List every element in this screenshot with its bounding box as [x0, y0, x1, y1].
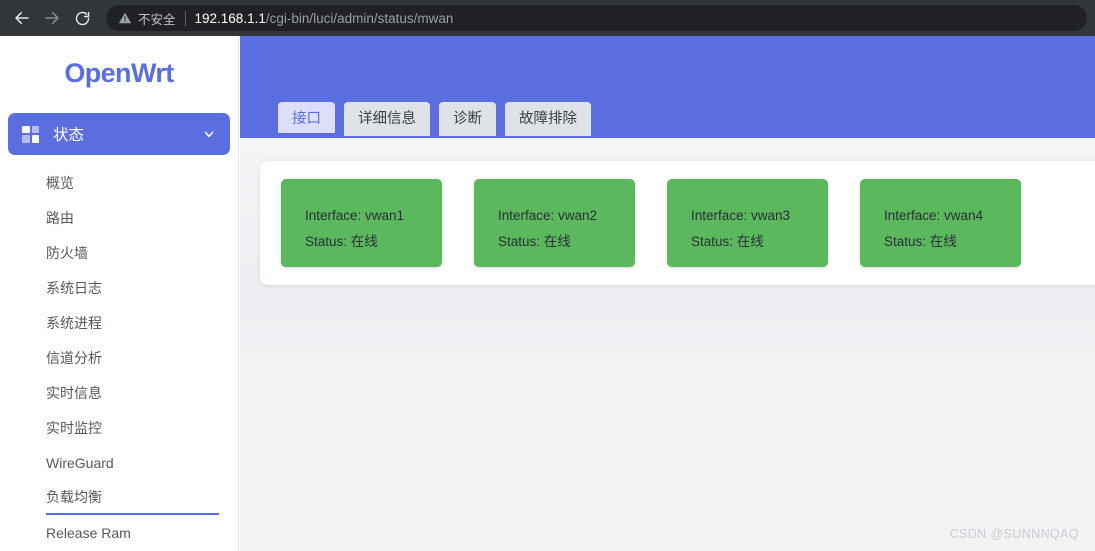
sidebar-item-realtime-info[interactable]: 实时信息: [0, 375, 238, 410]
interface-name-label: Interface: vwan3: [691, 208, 791, 223]
back-arrow-icon: [13, 9, 31, 27]
omnibox-divider: [184, 10, 186, 26]
tab-detail[interactable]: 详细信息: [344, 102, 430, 137]
chevron-down-icon[interactable]: [202, 127, 216, 141]
tab-bar: 接口 详细信息 诊断 故障排除: [278, 102, 591, 137]
sidebar: OpenWrt 状态 概览 路由 防火墙 系统日志 系统进程 信道分析 实时信息…: [0, 36, 239, 551]
interface-status-label: Status: 在线: [498, 233, 571, 249]
forward-arrow-icon: [43, 9, 61, 27]
watermark-text: CSDN @SUNNNQAQ: [949, 527, 1079, 541]
tab-interfaces[interactable]: 接口: [278, 102, 335, 137]
interface-status-card[interactable]: Interface: vwan1 Status: 在线: [281, 179, 442, 267]
url-host: 192.168.1.1: [194, 10, 266, 26]
security-status-label: 不安全: [138, 12, 176, 27]
interface-status-label: Status: 在线: [305, 233, 378, 249]
sidebar-item-routes[interactable]: 路由: [0, 200, 238, 235]
tab-troubleshooting[interactable]: 故障排除: [505, 102, 591, 137]
back-button[interactable]: [8, 4, 36, 32]
browser-toolbar: 不安全 192.168.1.1/cgi-bin/luci/admin/statu…: [0, 0, 1095, 36]
reload-button[interactable]: [68, 4, 96, 32]
sidebar-item-release-ram[interactable]: Release Ram: [0, 515, 238, 550]
interface-name-label: Interface: vwan4: [884, 208, 984, 223]
main-content: 接口 详细信息 诊断 故障排除 Interface: vwan1 Status:…: [240, 36, 1095, 551]
sidebar-item-realtime-graphs[interactable]: 实时监控: [0, 410, 238, 445]
interface-name-label: Interface: vwan2: [498, 208, 598, 223]
url-text: 192.168.1.1/cgi-bin/luci/admin/status/mw…: [195, 11, 454, 26]
sidebar-submenu: 概览 路由 防火墙 系统日志 系统进程 信道分析 实时信息 实时监控 WireG…: [0, 165, 238, 550]
sidebar-item-channel-analysis[interactable]: 信道分析: [0, 340, 238, 375]
sidebar-item-system-log[interactable]: 系统日志: [0, 270, 238, 305]
sidebar-item-processes[interactable]: 系统进程: [0, 305, 238, 340]
interface-status-card[interactable]: Interface: vwan2 Status: 在线: [474, 179, 635, 267]
sidebar-item-overview[interactable]: 概览: [0, 165, 238, 200]
sidebar-item-load-balancing[interactable]: 负载均衡: [46, 480, 219, 515]
openwrt-logo: OpenWrt: [64, 58, 174, 88]
sidebar-item-wireguard[interactable]: WireGuard: [0, 445, 238, 480]
interface-status-card[interactable]: Interface: vwan4 Status: 在线: [860, 179, 1021, 267]
warning-triangle-icon[interactable]: [118, 11, 132, 25]
interface-status-label: Status: 在线: [691, 233, 764, 249]
interface-name-label: Interface: vwan1: [305, 208, 405, 223]
grid-dashboard-icon: [22, 125, 39, 143]
url-path: /cgi-bin/luci/admin/status/mwan: [265, 10, 454, 26]
interface-status-card[interactable]: Interface: vwan3 Status: 在线: [667, 179, 828, 267]
sidebar-item-firewall[interactable]: 防火墙: [0, 235, 238, 270]
sidebar-group-status-label: 状态: [53, 127, 85, 144]
interfaces-panel: Interface: vwan1 Status: 在线 Interface: v…: [260, 161, 1095, 285]
interface-status-label: Status: 在线: [884, 233, 957, 249]
reload-icon: [74, 10, 91, 27]
luci-app: OpenWrt 状态 概览 路由 防火墙 系统日志 系统进程 信道分析 实时信息…: [0, 36, 1095, 551]
sidebar-group-status[interactable]: 状态: [8, 113, 230, 155]
forward-button[interactable]: [38, 4, 66, 32]
address-bar[interactable]: 不安全 192.168.1.1/cgi-bin/luci/admin/statu…: [106, 5, 1087, 31]
tab-diagnostics[interactable]: 诊断: [439, 102, 496, 137]
